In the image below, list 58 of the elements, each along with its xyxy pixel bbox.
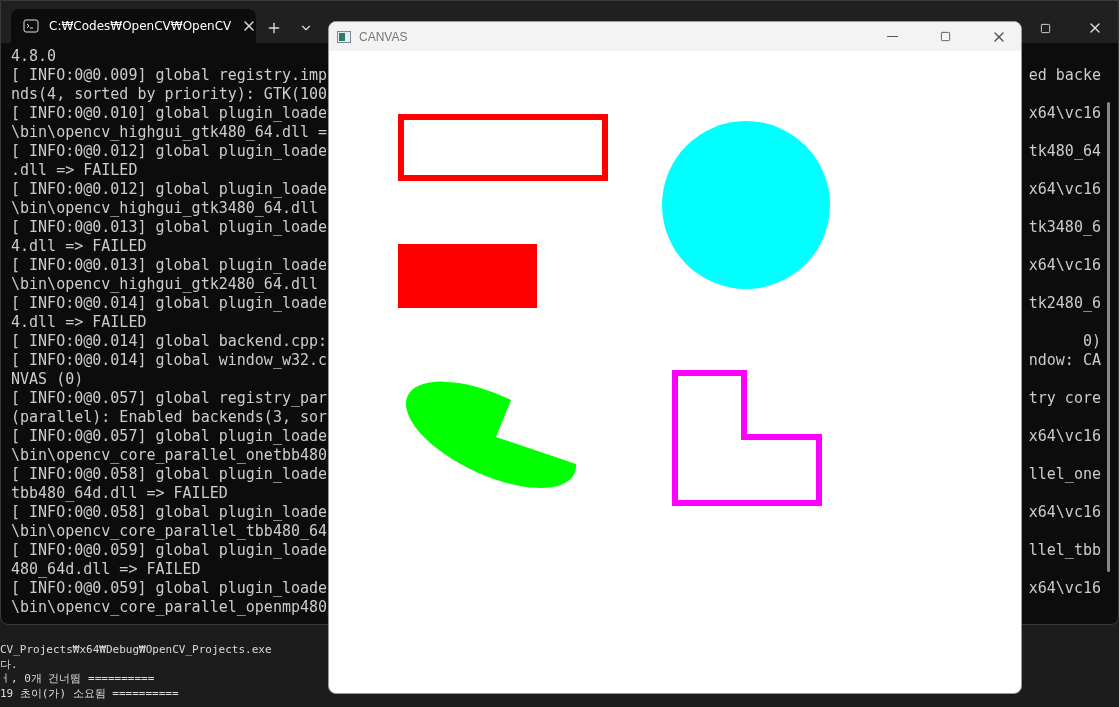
output-line: ㅓ, 0개 건너뜀 ==========: [0, 672, 156, 687]
console-line: x64\vc16: [1028, 104, 1101, 123]
image-icon: [337, 30, 351, 43]
console-line: \bin\opencv_core_parallel_openmp480: [11, 598, 328, 617]
window-title: CANVAS: [359, 29, 408, 44]
console-line: 0): [1082, 332, 1101, 351]
console-line: 4.8.0: [11, 47, 57, 66]
console-line: .dll => FAILED: [11, 161, 138, 180]
console-line: ed backe: [1028, 66, 1101, 85]
console-line: tk3480_6: [1028, 218, 1101, 237]
output-line: 다.: [0, 657, 19, 672]
console-icon: [23, 19, 39, 33]
console-line: 4.dll => FAILED: [11, 237, 147, 256]
console-line: [ INFO:0@0.058] global plugin_loade: [11, 503, 328, 522]
console-line: x64\vc16: [1028, 180, 1101, 199]
console-line: llel_tbb: [1028, 541, 1101, 560]
console-line: [ INFO:0@0.012] global plugin_loade: [11, 180, 328, 199]
console-line: [ INFO:0@0.058] global plugin_loade: [11, 465, 328, 484]
console-line: [ INFO:0@0.013] global plugin_loade: [11, 256, 328, 275]
console-line: tk2480_6: [1028, 294, 1101, 313]
console-line: tbb480_64d.dll => FAILED: [11, 484, 228, 503]
console-line: [ INFO:0@0.012] global plugin_loade: [11, 142, 328, 161]
console-line: \bin\opencv_highgui_gtk3480_64.dll: [11, 199, 319, 218]
console-line: [ INFO:0@0.057] global registry_par: [11, 389, 328, 408]
console-line: x64\vc16: [1028, 256, 1101, 275]
console-line: x64\vc16: [1028, 503, 1101, 522]
plus-icon: [266, 20, 282, 36]
console-line: tk480_64: [1028, 142, 1101, 161]
maximize-icon: [940, 31, 951, 42]
console-line: \bin\opencv_core_parallel_tbb480_64: [11, 522, 328, 541]
output-line: CV_Projects₩x64₩Debug₩OpenCV_Projects.exe: [0, 643, 273, 658]
terminal-tab[interactable]: C:₩Codes₩OpenCV₩OpenCV: [11, 9, 256, 43]
console-line: [ INFO:0@0.014] global window_w32.c: [11, 351, 328, 370]
console-line: llel_one: [1028, 465, 1101, 484]
maximize-icon: [1039, 22, 1051, 34]
console-line: [ INFO:0@0.057] global plugin_loade: [11, 427, 328, 446]
console-line: [ INFO:0@0.014] global plugin_loade: [11, 294, 328, 313]
minimize-icon: [887, 36, 898, 37]
console-line: [ INFO:0@0.014] global backend.cpp:: [11, 332, 328, 351]
scrollbar[interactable]: [1107, 102, 1110, 572]
console-line: \bin\opencv_highgui_gtk480_64.dll =: [11, 123, 328, 142]
console-line: nds(4, sorted by priority): GTK(100: [11, 85, 328, 104]
console-line: \bin\opencv_highgui_gtk2480_64.dll: [11, 275, 319, 294]
console-line: x64\vc16: [1028, 579, 1101, 598]
console-line: [ INFO:0@0.013] global plugin_loade: [11, 218, 328, 237]
console-line: 4.dll => FAILED: [11, 313, 147, 332]
console-line: (parallel): Enabled backends(3, sor: [11, 408, 328, 427]
console-line: [ INFO:0@0.059] global plugin_loade: [11, 579, 328, 598]
console-line: [ INFO:0@0.010] global plugin_loade: [11, 104, 328, 123]
console-line: try core: [1028, 389, 1101, 408]
console-line: 480_64d.dll => FAILED: [11, 560, 201, 579]
console-line: NVAS (0): [11, 370, 84, 389]
console-line: ndow: CA: [1028, 351, 1101, 370]
output-line: 19 초이(가) 소요됨 ==========: [0, 686, 180, 701]
console-line: x64\vc16: [1028, 427, 1101, 446]
console-line: \bin\opencv_core_parallel_onetbb480: [11, 446, 328, 465]
console-line: [ INFO:0@0.059] global plugin_loade: [11, 541, 328, 560]
console-line: [ INFO:0@0.009] global registry.imp: [11, 66, 328, 85]
